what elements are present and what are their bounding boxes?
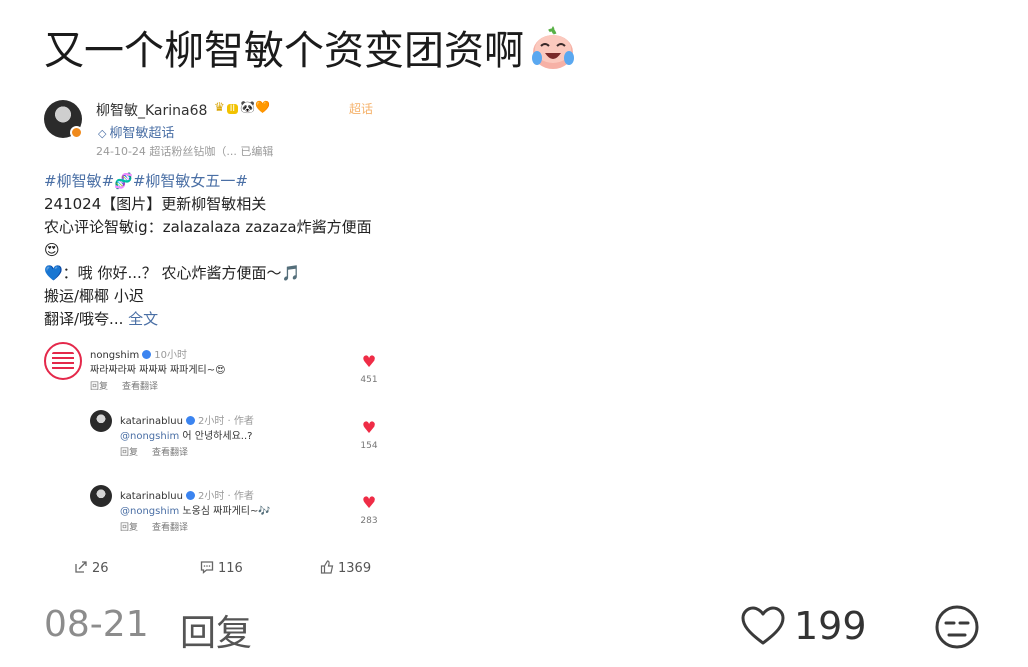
supertopic-link[interactable]: ◇ 柳智敏超话 (98, 122, 174, 141)
reply-button[interactable]: 回复 (180, 604, 252, 656)
comment-title: 又一个柳智敏个资变团资啊 (44, 18, 578, 76)
comment-actions: 回复 查看翻译 (90, 379, 172, 392)
comment-header: nongshim 10小时 (90, 346, 187, 361)
comment-timestamp: 08-21 (44, 604, 149, 645)
crown-icon: ♛ (214, 100, 225, 114)
verified-icon (185, 416, 195, 425)
heart-icon: ♥ (361, 418, 377, 437)
post-line: 241024【图片】更新柳智敏相关 (44, 195, 267, 213)
fan-badge-icon: 🧡 (255, 100, 270, 114)
commenter-name[interactable]: katarinabluu (120, 416, 183, 427)
view-translation-button[interactable]: 查看翻译 (122, 382, 158, 392)
comment-like-button[interactable]: ♥ 283 (354, 493, 384, 527)
verified-badge-icon (70, 126, 83, 139)
embedded-weibo-post: 柳智敏_Karina68 ♛ II 🐼🧡 超话 ◇ 柳智敏超话 24-10-24 超话… (40, 96, 400, 588)
comment-header: katarinabluu 2小时 · 作者 (120, 487, 254, 502)
panda-icon: 🐼 (240, 100, 256, 114)
repost-icon (75, 561, 87, 573)
reply-button[interactable]: 回复 (90, 382, 108, 392)
post-meta: 24-10-24 超话粉丝钻咖（... 已编辑 (96, 145, 274, 158)
comment-text: 짜라짜라짜 짜짜짜 짜파게티~😍 (90, 365, 226, 376)
post-line-emoji: 😍 (44, 241, 60, 259)
post-line: 农心评论智敏ig：zalazalaza zazaza炸酱方便面 (44, 218, 372, 236)
full-text-link[interactable]: 全文 (128, 310, 158, 328)
commenter-avatar[interactable] (90, 485, 112, 507)
commenter-avatar[interactable] (90, 410, 112, 432)
level-badge: II (226, 104, 239, 114)
post-line-last: 翻译/哦夸... 全文 (44, 308, 394, 331)
comment-like-count: 283 (360, 516, 378, 526)
comment-like-count: 154 (360, 441, 378, 451)
comment-body: 어 안녕하세요..? (179, 431, 253, 442)
commenter-name[interactable]: katarinabluu (120, 491, 183, 502)
footer-like-button[interactable]: 199 (740, 604, 867, 650)
verified-icon (142, 350, 152, 359)
repost-count: 26 (92, 561, 109, 576)
footer-like-count: 199 (794, 604, 867, 648)
mention-link[interactable]: @nongshim (120, 506, 179, 517)
comment-time: 2小时 · 作者 (197, 491, 254, 502)
reply-button[interactable]: 回复 (120, 448, 138, 458)
comment-actions: 回复 查看翻译 (120, 445, 202, 458)
comment-count: 116 (218, 561, 243, 576)
supertopic-label: 柳智敏超话 (109, 126, 175, 141)
heart-outline-icon (741, 606, 785, 645)
like-button[interactable]: 1369 (320, 560, 371, 576)
commenter-name[interactable]: nongshim (90, 350, 139, 361)
reply-button[interactable]: 回复 (120, 523, 138, 533)
title-text: 又一个柳智敏个资变团资啊 (44, 28, 524, 74)
supertopic-badge: 超话 (348, 102, 373, 116)
repost-button[interactable]: 26 (74, 560, 109, 576)
post-line: 翻译/哦夸... (44, 310, 124, 328)
comment-text: @nongshim 어 안녕하세요..? (120, 427, 252, 442)
comment-header: katarinabluu 2小时 · 作者 (120, 412, 254, 427)
heart-icon: ♥ (361, 493, 377, 512)
heart-icon: ♥ (361, 352, 377, 371)
comment-button[interactable]: 116 (200, 560, 243, 576)
mention-link[interactable]: @nongshim (120, 431, 179, 442)
view-translation-button[interactable]: 查看翻译 (152, 523, 188, 533)
post-line: 搬运/椰椰 小迟 (44, 287, 144, 305)
diamond-icon: ◇ (98, 127, 107, 140)
comment-time: 2小时 · 作者 (197, 416, 254, 427)
thumbs-up-icon (320, 560, 334, 574)
emoji-reaction-button[interactable] (934, 604, 980, 654)
commenter-avatar[interactable] (44, 342, 82, 380)
comment-body: 노옹심 짜파게티~🎶 (179, 506, 271, 517)
view-translation-button[interactable]: 查看翻译 (152, 448, 188, 458)
laughing-crying-peach-icon (532, 26, 574, 69)
verified-icon (185, 491, 195, 500)
comment-like-count: 451 (360, 375, 378, 385)
comment-like-button[interactable]: ♥ 451 (354, 352, 384, 386)
like-count: 1369 (338, 561, 372, 576)
comment-text: @nongshim 노옹심 짜파게티~🎶 (120, 502, 271, 517)
post-body: #柳智敏#🧬#柳智敏女五一# 241024【图片】更新柳智敏相关 农心评论智敏i… (44, 170, 394, 331)
comment-actions: 回复 查看翻译 (120, 520, 202, 533)
post-username[interactable]: 柳智敏_Karina68 (96, 100, 207, 120)
comment-like-button[interactable]: ♥ 154 (354, 418, 384, 452)
hashtag-line[interactable]: #柳智敏#🧬#柳智敏女五一# (44, 170, 394, 193)
comment-time: 10小时 (154, 350, 187, 361)
post-stats-bar: 26 116 1369 (74, 560, 394, 580)
user-badges: ♛ II 🐼🧡 (214, 100, 270, 114)
expressionless-face-icon (935, 605, 979, 649)
post-line: 💙：哦 你好...？ 农心炸酱方便面～🎵 (44, 264, 301, 282)
comment-icon (200, 561, 214, 574)
